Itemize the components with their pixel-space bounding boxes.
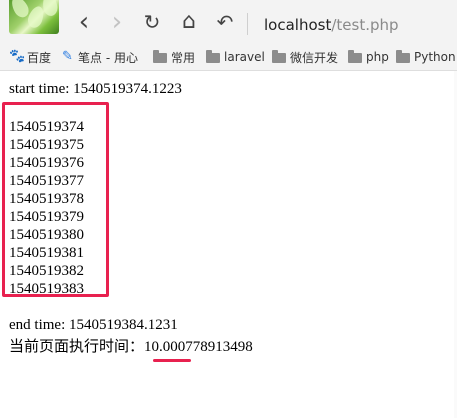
bookmark-label: Python	[414, 50, 456, 64]
forward-icon[interactable]: ›	[105, 9, 129, 35]
bookmark-baidu[interactable]: 🐾 百度	[9, 48, 51, 66]
bookmark-label: 微信开发	[290, 50, 339, 65]
folder-icon	[396, 50, 410, 63]
folder-icon	[153, 50, 167, 63]
bookmark-label: 常用	[171, 50, 196, 65]
bookmark-label: 笔点 - 用心	[78, 50, 138, 65]
folder-icon	[206, 50, 220, 63]
bookmark-label: php	[366, 50, 389, 64]
url-host: localhost	[264, 16, 332, 34]
bookmark-folder-changyong[interactable]: 常用	[153, 48, 195, 66]
url-path: /test.php	[331, 16, 399, 34]
highlight-annotation-box	[2, 102, 109, 297]
page-content: start time: 1540519374.1223 1540519374 1…	[0, 71, 457, 418]
folder-icon	[272, 50, 286, 63]
paw-icon: 🐾	[9, 49, 26, 64]
bookmark-folder-python[interactable]: Python	[396, 48, 456, 66]
exec-time-line: 当前页面执行时间：10.000778913498	[9, 338, 253, 356]
undo-icon[interactable]: ↶	[213, 10, 237, 34]
exec-time-value: 10.000778913498	[144, 339, 253, 355]
bookmark-label: 百度	[27, 50, 52, 65]
browser-toolbar: ‹ › ↻ ⌂ ↶ localhost/test.php	[0, 0, 457, 44]
browser-logo-icon	[9, 0, 59, 34]
bookmark-folder-weixin[interactable]: 微信开发	[272, 48, 338, 66]
exec-time-label: 当前页面执行时间：	[9, 339, 145, 355]
reload-icon[interactable]: ↻	[140, 10, 164, 34]
bookmark-folder-php[interactable]: php	[348, 48, 389, 66]
bookmark-folder-laravel[interactable]: laravel	[206, 48, 265, 66]
start-time-text: start time: 1540519374.1223	[9, 81, 182, 97]
highlight-underline-mark	[153, 359, 191, 362]
pen-icon: ✎	[62, 49, 73, 64]
address-bar[interactable]: localhost/test.php	[264, 14, 399, 36]
home-icon[interactable]: ⌂	[177, 10, 201, 34]
back-icon[interactable]: ‹	[72, 9, 96, 35]
bookmarks-bar: 🐾 百度 ✎ 笔点 - 用心 常用 laravel 微信开发 php Pytho…	[0, 44, 457, 71]
bookmark-bidian[interactable]: ✎ 笔点 - 用心	[62, 48, 138, 66]
end-time-text: end time: 1540519384.1231	[9, 317, 178, 333]
toolbar-separator	[247, 13, 248, 35]
folder-icon	[348, 50, 362, 63]
bookmark-label: laravel	[224, 50, 265, 64]
